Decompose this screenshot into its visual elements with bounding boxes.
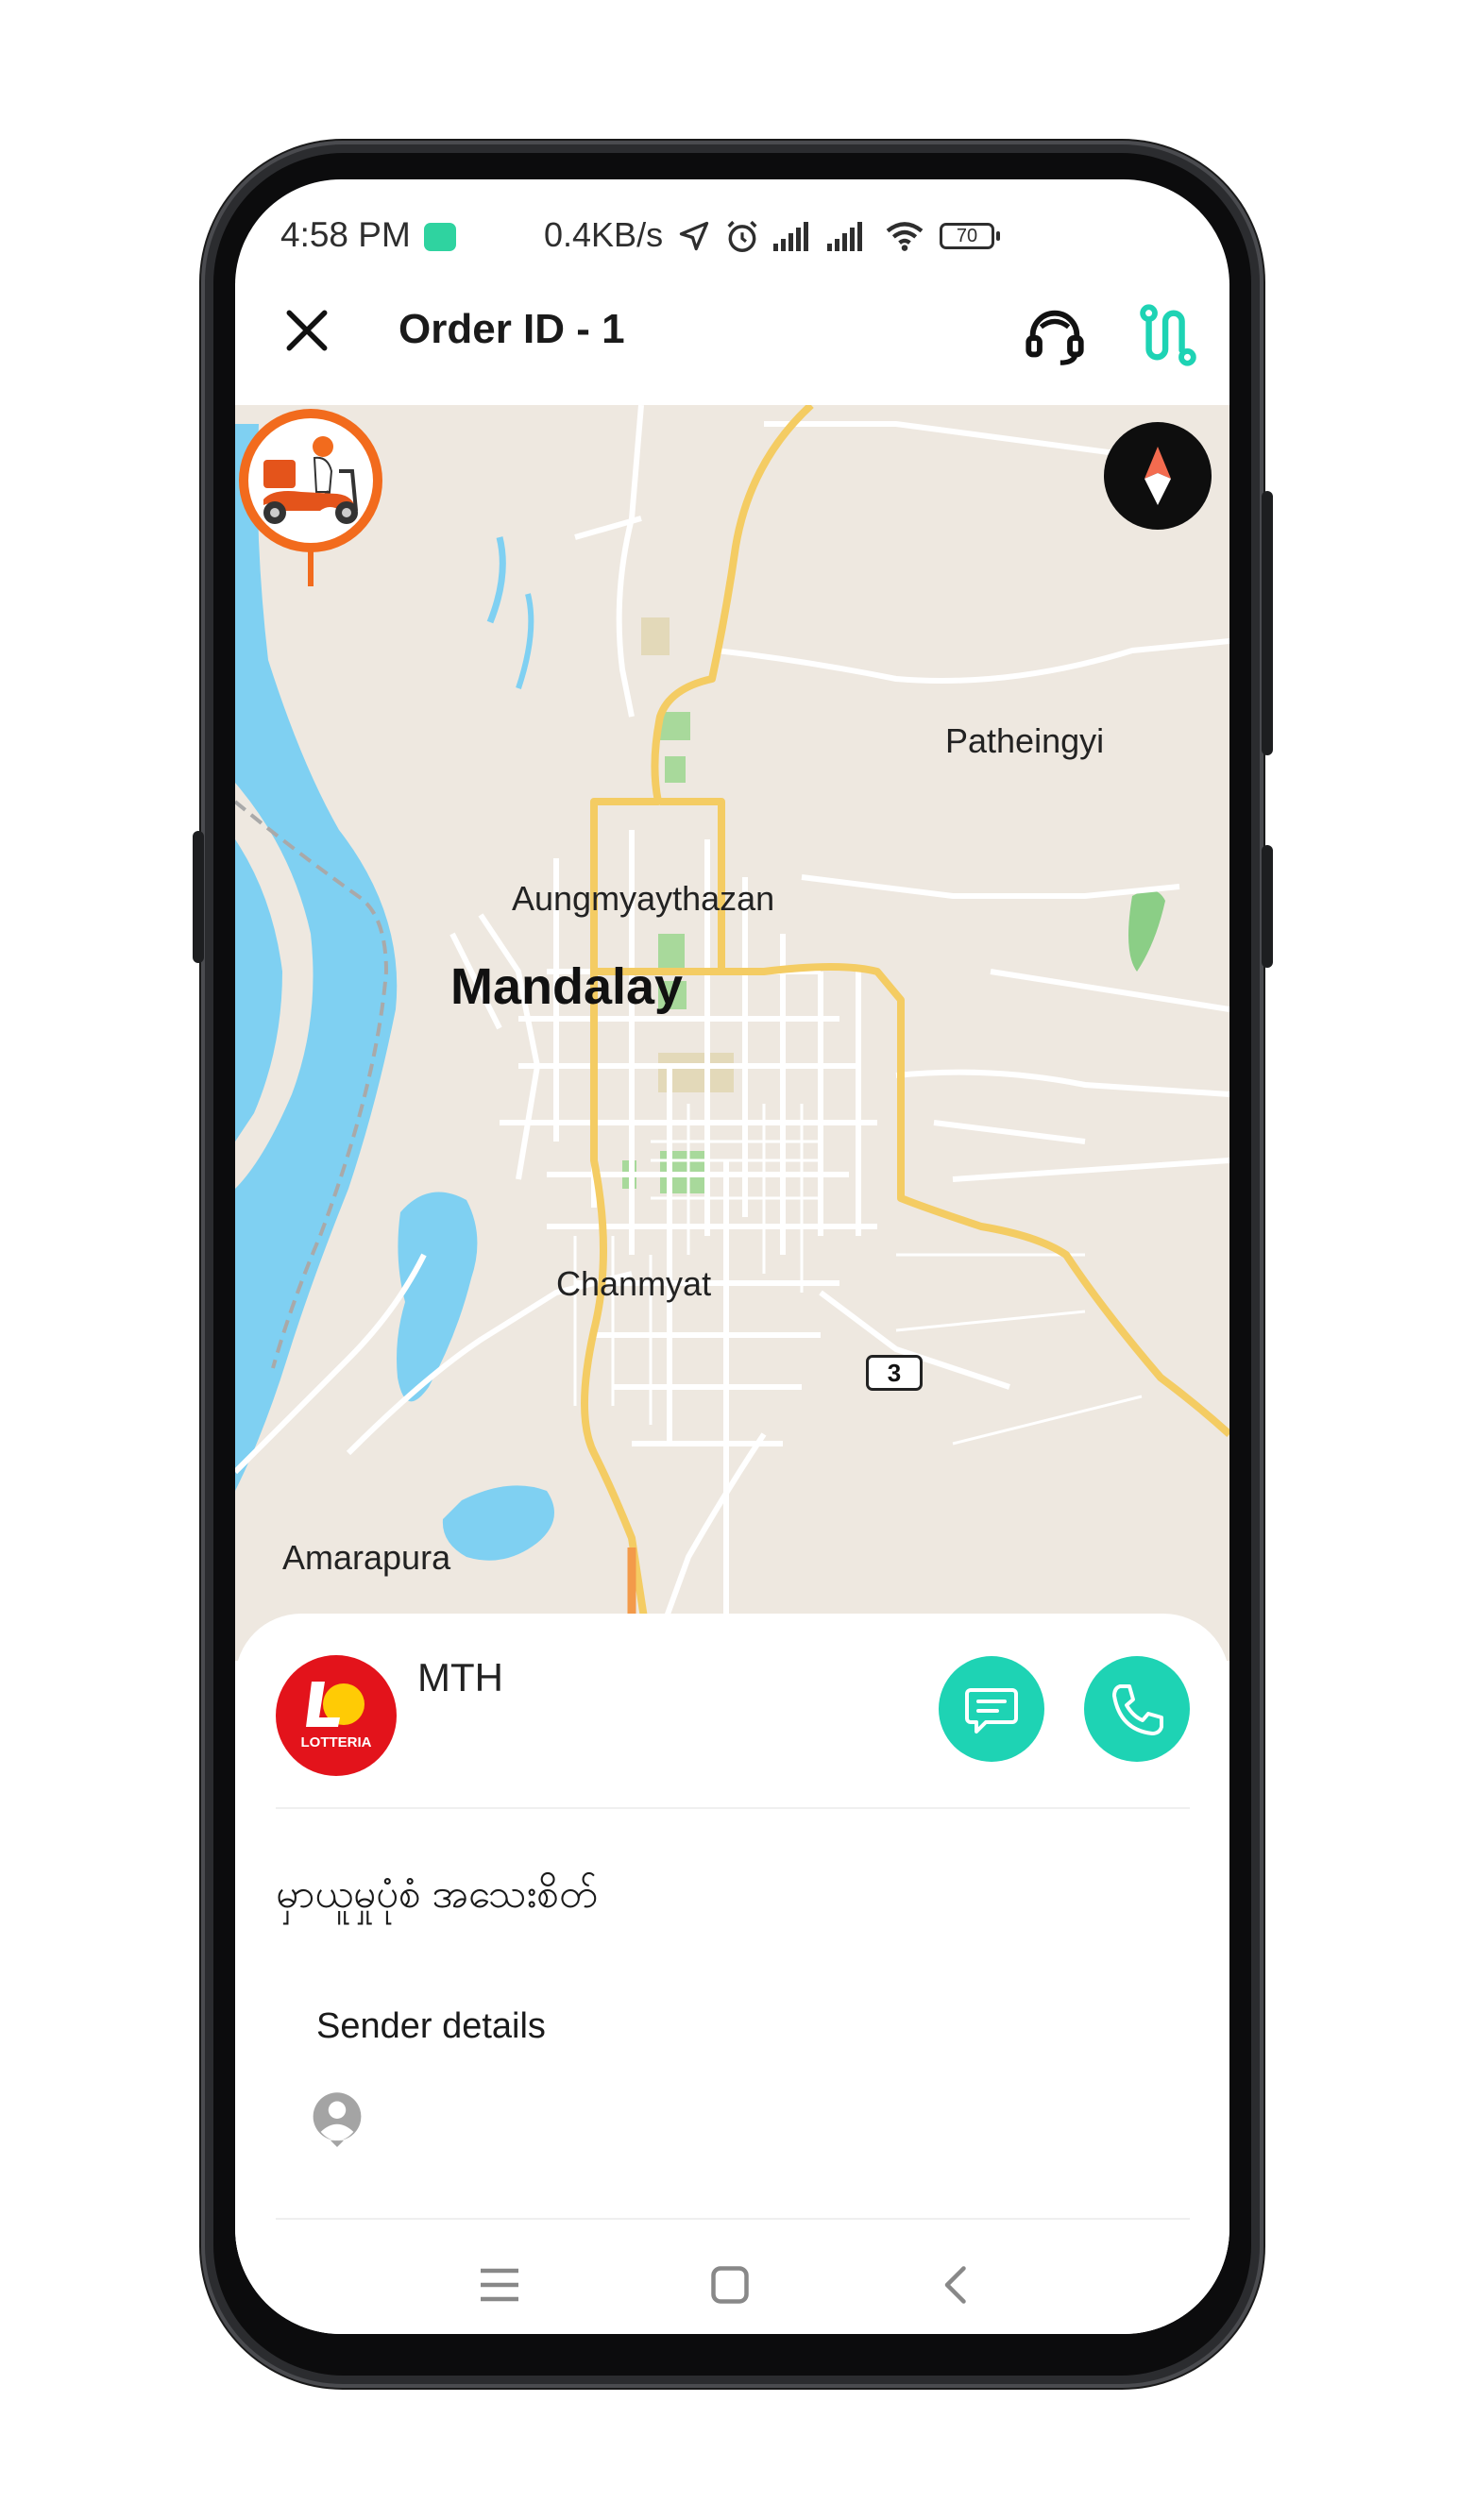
battery-icon: 70 <box>940 223 994 249</box>
user-avatar-icon <box>313 2092 362 2147</box>
map-label-aungmyaythazan: Aungmyaythazan <box>512 879 775 918</box>
wifi-icon <box>886 222 924 251</box>
headset-icon[interactable] <box>1022 302 1088 368</box>
major-road <box>581 972 654 1661</box>
app-screen: 4:58 PM 0.4KB/s 70 Order ID - 1 Patheing… <box>235 179 1229 2334</box>
phone-icon <box>1112 1684 1163 1735</box>
store-name: MTH <box>417 1655 503 1700</box>
home-square-icon[interactable] <box>702 2257 758 2313</box>
battery-level: 70 <box>956 226 978 246</box>
close-icon[interactable] <box>280 304 333 357</box>
order-status-text: မှာယူမှုပုံစံ အသေးစိတ် <box>276 1871 598 1916</box>
lake <box>442 1485 554 1561</box>
divider <box>276 1807 1190 1809</box>
signal-icon <box>827 222 862 251</box>
map-label-amarapura: Amarapura <box>282 1538 451 1577</box>
signal-icon <box>773 222 808 251</box>
volume-button <box>193 831 204 963</box>
route-icon[interactable] <box>1135 302 1201 368</box>
sender-details-label: Sender details <box>316 2006 546 2046</box>
location-arrow-icon <box>679 221 709 251</box>
map-label-patheingyi: Patheingyi <box>945 721 1105 760</box>
battery-tip <box>996 231 1000 241</box>
map-label-chanmyat: Chanmyat <box>556 1264 712 1303</box>
app-header: Order ID - 1 <box>235 283 1229 397</box>
menu-icon[interactable] <box>471 2257 528 2313</box>
map-view[interactable]: Patheingyi Aungmyaythazan Mandalay Chanm… <box>235 405 1229 1661</box>
system-nav-bar <box>235 2238 1229 2332</box>
chat-button[interactable] <box>939 1656 1044 1762</box>
store-logo: LOTTERIA <box>276 1655 397 1776</box>
page-title: Order ID - 1 <box>398 306 625 352</box>
order-details-sheet: LOTTERIA MTH မှာယူမှုပုံစံ အသေးစိတ် Send… <box>235 1614 1229 2334</box>
park <box>665 756 686 783</box>
status-bar: 4:58 PM 0.4KB/s 70 <box>235 208 1229 264</box>
chat-icon <box>965 1688 1018 1734</box>
road-number-badge: 3 <box>866 1355 923 1391</box>
alarm-icon <box>727 220 757 252</box>
call-button[interactable] <box>1084 1656 1190 1762</box>
back-chevron-icon[interactable] <box>928 2257 985 2313</box>
lotteria-logo-icon <box>306 1682 364 1727</box>
app-notification-icon <box>424 223 456 251</box>
status-time: 4:58 PM <box>280 215 411 254</box>
map-label-mandalay: Mandalay <box>450 958 684 1015</box>
park <box>1128 889 1165 972</box>
side-button <box>1262 845 1273 968</box>
compass-needle <box>1144 447 1171 505</box>
store-logo-text: LOTTERIA <box>300 1734 372 1750</box>
network-speed: 0.4KB/s <box>544 215 664 254</box>
delivery-scooter-icon[interactable] <box>235 405 386 594</box>
compass-icon[interactable] <box>1104 422 1212 530</box>
power-button <box>1262 491 1273 755</box>
park <box>660 712 690 740</box>
divider <box>276 2218 1190 2220</box>
